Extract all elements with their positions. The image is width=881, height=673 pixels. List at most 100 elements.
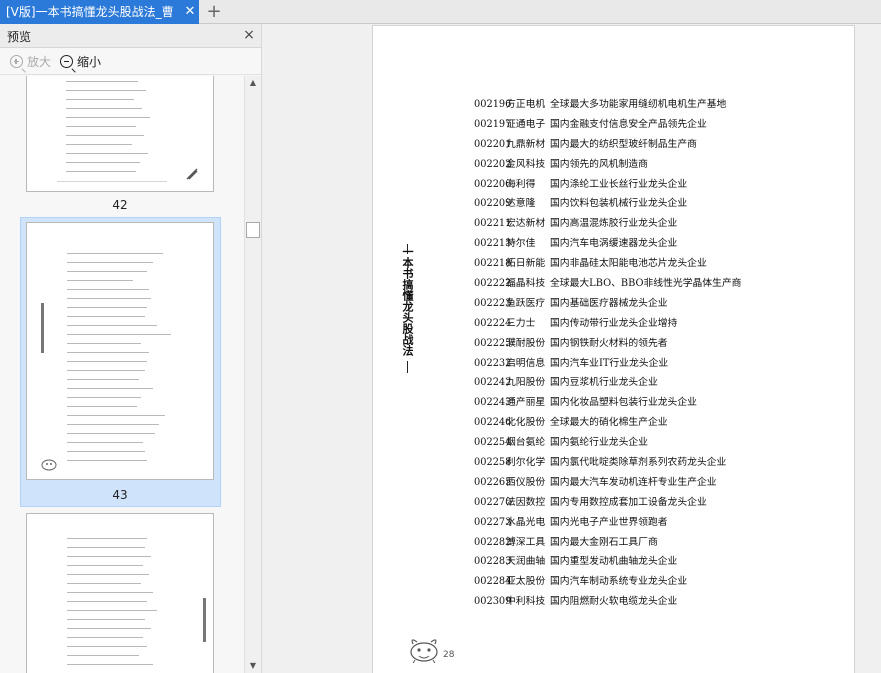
entry-code: 002222: [474, 278, 512, 290]
entry-code: 002206: [474, 178, 512, 190]
entry-code: 002284: [474, 576, 512, 588]
tab-bar: [V版]一本书搞懂龙头股战法_曹 ✕ +: [0, 0, 881, 24]
list-item: 002218拓日新能 国内非晶硅太阳能电池芯片龙头企业: [474, 254, 774, 274]
side-title: 一本书搞懂龙头股战法: [401, 246, 414, 356]
list-item: 002254烟台氨纶 国内氨纶行业龙头企业: [474, 433, 774, 453]
thumbnail-page-number: 42: [112, 198, 128, 212]
new-tab-button[interactable]: +: [204, 1, 224, 23]
entry-code: 002254: [474, 437, 512, 449]
entry-desc: 全球最大的硝化棉生产企业: [550, 417, 668, 429]
entry-desc: 国内饮料包装机械行业龙头企业: [550, 198, 688, 210]
entry-desc: 国内阻燃耐火软电缆龙头企业: [550, 596, 678, 608]
entry-name: 福晶科技: [506, 278, 546, 290]
entry-code: 002283: [474, 556, 512, 568]
entry-desc: 国内最大的纺织型玻纤制品生产商: [550, 138, 697, 150]
list-item: 002282博深工具 国内最大金刚石工具厂商: [474, 533, 774, 553]
scroll-up-icon[interactable]: ▲: [245, 76, 261, 90]
entry-name: 亚太股份: [506, 576, 546, 588]
entry-desc: 国内最大金刚石工具厂商: [550, 536, 658, 548]
zoom-out-button[interactable]: 缩小: [60, 53, 102, 73]
entry-desc: 国内基础医疗器械龙头企业: [550, 297, 668, 309]
thumbnail-page-number: 43: [112, 488, 128, 502]
list-item: 002213特尔佳 国内汽车电涡缓速器龙头企业: [474, 234, 774, 254]
scrollbar-thumb[interactable]: [246, 222, 260, 238]
company-list: 002196方正电机 全球最大多功能家用缝纫机电机生产基地 002197证通电子 国内…: [474, 95, 774, 612]
zoom-out-label: 缩小: [77, 55, 102, 69]
scroll-down-icon[interactable]: ▼: [245, 659, 261, 673]
entry-code: 002209: [474, 198, 512, 210]
mascot-icon: [410, 639, 438, 664]
entry-code: 002201: [474, 138, 512, 150]
entry-name: 天润曲轴: [506, 556, 546, 568]
entry-desc: 国内领先的风机制造商: [550, 158, 648, 170]
entry-name: 三力士: [506, 317, 536, 329]
entry-desc: 国内专用数控成套加工设备龙头企业: [550, 496, 707, 508]
entry-code: 002197: [474, 118, 512, 130]
entry-name: 鱼跃医疗: [506, 297, 546, 309]
list-item: 002309中利科技 国内阻燃耐火软电缆龙头企业: [474, 592, 774, 612]
entry-desc: 全球最大多功能家用缝纫机电机生产基地: [550, 99, 727, 110]
entry-name: 九鼎新材: [506, 138, 546, 150]
entry-name: 启明信息: [506, 357, 546, 369]
entry-code: 002273: [474, 516, 512, 528]
entry-desc: 国内传动带行业龙头企业增持: [550, 317, 678, 329]
list-item: 002242九阳股份 国内豆浆机行业龙头企业: [474, 373, 774, 393]
entry-desc: 国内光电子产业世界领跑者: [550, 516, 668, 528]
entry-name: 宏达新材: [506, 218, 546, 230]
list-item: 002284亚太股份 国内汽车制动系统专业龙头企业: [474, 572, 774, 592]
list-item: 002232启明信息 国内汽车业IT行业龙头企业: [474, 354, 774, 374]
entry-name: 利尔化学: [506, 457, 546, 469]
thumbnail-page-42[interactable]: [26, 76, 214, 192]
entry-code: 002211: [474, 218, 512, 230]
entry-desc: 国内钢铁耐火材料的领先者: [550, 337, 668, 349]
panel-close-icon[interactable]: ×: [240, 26, 258, 44]
entry-code: 002202: [474, 158, 512, 170]
list-item: 002246北化股份 全球最大的硝化棉生产企业: [474, 413, 774, 433]
entry-desc: 全球最大LBO、BBO非线性光学晶体生产商: [550, 278, 742, 290]
entry-desc: 国内汽车业IT行业龙头企业: [550, 357, 669, 369]
document-tab[interactable]: [V版]一本书搞懂龙头股战法_曹: [0, 0, 199, 24]
list-item: 002270法因数控 国内专用数控成套加工设备龙头企业: [474, 493, 774, 513]
entry-name: 方正电机: [506, 99, 546, 110]
tab-close-icon[interactable]: ✕: [181, 0, 199, 24]
entry-name: 中利科技: [506, 596, 546, 608]
list-item: 002243通产丽星 国内化妆品塑料包装行业龙头企业: [474, 393, 774, 413]
thumbnail-side-title: [41, 303, 44, 353]
entry-name: 法因数控: [506, 496, 546, 508]
entry-name: 通产丽星: [506, 397, 546, 409]
list-item: 002224三力士 国内传动带行业龙头企业增持: [474, 314, 774, 334]
document-viewer[interactable]: 一本书搞懂龙头股战法 002196方正电机 全球最大多功能家用缝纫机电机生产基地 0…: [262, 24, 881, 673]
entry-code: 002232: [474, 357, 512, 369]
thumbnail-page-43[interactable]: [26, 222, 214, 480]
entry-name: 西仪股份: [506, 476, 546, 488]
thumbnail-list: 42 43: [0, 76, 244, 673]
preview-panel: 预览 × 放大 缩小 42 43 ▲ ▼: [0, 24, 262, 673]
thumbnail-scrollbar[interactable]: ▲ ▼: [244, 76, 261, 673]
entry-code: 002218: [474, 258, 512, 270]
thumbnail-page-44[interactable]: [26, 513, 214, 673]
entry-code: 002270: [474, 496, 512, 508]
entry-code: 002242: [474, 377, 512, 389]
entry-name: 北化股份: [506, 417, 546, 429]
zoom-toolbar: 放大 缩小: [0, 49, 261, 75]
list-item: 002273水晶光电 国内光电子产业世界领跑者: [474, 513, 774, 533]
entry-desc: 国内高温混炼胶行业龙头企业: [550, 218, 678, 230]
entry-desc: 国内化妆品塑料包装行业龙头企业: [550, 397, 697, 409]
entry-desc: 国内最大汽车发动机连杆专业生产企业: [550, 476, 717, 488]
list-item: 002209达意隆 国内饮料包装机械行业龙头企业: [474, 194, 774, 214]
entry-name: 九阳股份: [506, 377, 546, 389]
document-tab-label: [V版]一本书搞懂龙头股战法_曹: [6, 5, 174, 19]
entry-code: 002258: [474, 457, 512, 469]
entry-code: 002225: [474, 337, 512, 349]
entry-code: 002282: [474, 536, 512, 548]
entry-name: 濮耐股份: [506, 337, 546, 349]
zoom-in-button[interactable]: 放大: [10, 53, 51, 73]
entry-desc: 国内氨纶行业龙头企业: [550, 437, 648, 449]
entry-code: 002309: [474, 596, 512, 608]
zoom-out-icon: [60, 55, 76, 73]
entry-desc: 国内金融支付信息安全产品领先企业: [550, 118, 707, 130]
document-page: 一本书搞懂龙头股战法 002196方正电机 全球最大多功能家用缝纫机电机生产基地 0…: [372, 25, 855, 673]
list-item: 002223鱼跃医疗 国内基础医疗器械龙头企业: [474, 294, 774, 314]
list-item: 002206海利得 国内涤纶工业长丝行业龙头企业: [474, 175, 774, 195]
mascot-icon: [41, 459, 57, 471]
